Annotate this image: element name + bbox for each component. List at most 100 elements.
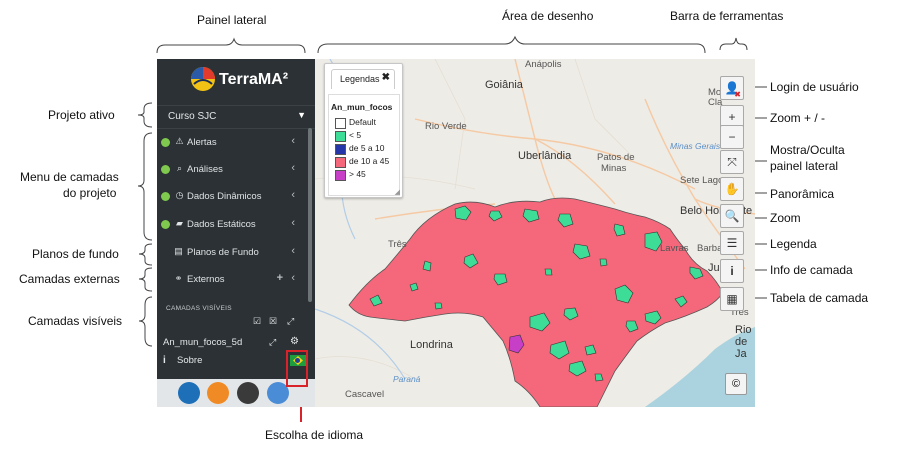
- annotation-painel-lateral: Painel lateral: [197, 13, 267, 27]
- hand-icon: ✋: [724, 182, 740, 196]
- city-label: Goiânia: [485, 79, 523, 91]
- annotation-area-desenho: Área de desenho: [502, 9, 594, 23]
- language-highlight: [286, 350, 308, 387]
- menu-item-analises[interactable]: ⌕ Análises ‹: [157, 158, 307, 182]
- legend-swatch: [335, 157, 346, 168]
- about-link[interactable]: Sobre: [177, 355, 202, 366]
- chevron-left-icon: ‹: [291, 272, 295, 284]
- layer-table-button[interactable]: ▦: [720, 287, 744, 311]
- state-label: Minas Gerais: [670, 141, 721, 151]
- zoom-out-button[interactable]: −: [720, 125, 744, 149]
- clock-icon: ◷: [175, 190, 184, 200]
- attribution-button[interactable]: ©: [725, 373, 747, 395]
- brand-header: TerraMA²: [157, 59, 315, 101]
- legend-label: > 45: [349, 169, 366, 179]
- state-label: Paraná: [393, 374, 421, 384]
- menu-label: Externos: [187, 274, 225, 285]
- project-selector[interactable]: Curso SJC ▼: [157, 105, 315, 129]
- annotation-zoom: Zoom: [770, 211, 801, 225]
- expand-icon: ⤧: [727, 155, 737, 169]
- city-label: Anápolis: [525, 59, 562, 70]
- annotation-camadas-visiveis: Camadas visíveis: [28, 314, 123, 328]
- minus-icon: −: [728, 130, 736, 144]
- status-dot[interactable]: [161, 138, 170, 147]
- legend-tab-title: Legendas: [340, 74, 380, 84]
- status-dot[interactable]: [161, 165, 170, 174]
- menu-item-dados-dinamicos[interactable]: ◷ Dados Dinâmicos ‹: [157, 185, 307, 209]
- city-label: Londrina: [410, 339, 453, 351]
- legend-label: Default: [349, 117, 376, 127]
- menu-label: Dados Estáticos: [187, 219, 256, 230]
- annotation-mostra-oculta-2: painel lateral: [770, 159, 839, 173]
- add-icon[interactable]: +: [277, 272, 283, 284]
- status-dot[interactable]: [161, 192, 170, 201]
- city-label: Minas: [601, 163, 627, 174]
- warning-icon: ⚠: [175, 136, 184, 146]
- menu-label: Dados Dinâmicos: [187, 191, 262, 202]
- brand-name: TerraMA²: [219, 71, 289, 88]
- zoom-box-button[interactable]: 🔍: [720, 204, 744, 228]
- list-icon: ☰: [726, 236, 738, 250]
- annotation-tabela-camada: Tabela de camada: [770, 291, 869, 305]
- layer-info-button[interactable]: i: [720, 259, 744, 283]
- city-label: Barba: [697, 243, 723, 254]
- legend-layer-name: An_mun_focos: [331, 102, 393, 112]
- chevron-left-icon: ‹: [291, 217, 295, 229]
- annotation-mostra-oculta-1: Mostra/Oculta: [770, 143, 845, 157]
- folder-icon: ▰: [176, 218, 183, 228]
- legend-swatch: [335, 170, 346, 181]
- menu-item-planos-fundo[interactable]: ▤ Planos de Fundo ‹: [157, 241, 307, 265]
- status-dot[interactable]: [161, 220, 170, 229]
- legend-swatch: [335, 131, 346, 142]
- plus-icon: +: [728, 110, 736, 124]
- crest-logo-icon: [237, 382, 259, 404]
- gear-icon[interactable]: ⚙: [290, 336, 299, 347]
- link-icon: ⚭: [174, 273, 183, 283]
- menu-label: Análises: [187, 164, 223, 175]
- annotation-menu-camadas-2: do projeto: [63, 186, 117, 200]
- menu-label: Alertas: [187, 137, 217, 148]
- menu-item-alertas[interactable]: ⚠ Alertas ‹: [157, 131, 307, 155]
- annotation-escolha-idioma: Escolha de idioma: [265, 428, 364, 442]
- menu-item-dados-estaticos[interactable]: ▰ Dados Estáticos ‹: [157, 213, 307, 237]
- uncheck-all-icon[interactable]: ☒: [269, 316, 277, 327]
- legend-panel: Legendas ✖ An_mun_focos Default < 5 de 5…: [324, 63, 403, 198]
- city-label: Rio Verde: [425, 121, 467, 132]
- sidebar-scrollbar[interactable]: [308, 128, 312, 302]
- user-login-button[interactable]: 👤 ✖: [720, 76, 744, 100]
- close-icon[interactable]: ✖: [382, 72, 390, 83]
- annotation-zoom-mais-menos: Zoom + / -: [770, 111, 826, 125]
- expand-icon[interactable]: ⤢: [269, 337, 276, 348]
- annotation-camadas-externas: Camadas externas: [19, 272, 120, 286]
- menu-item-externos[interactable]: ⚭ Externos + ‹: [157, 268, 307, 292]
- legend-tab[interactable]: Legendas ✖: [331, 69, 395, 89]
- legend-label: < 5: [349, 130, 362, 140]
- expand-icon[interactable]: ⤢: [287, 316, 294, 327]
- legend-button[interactable]: ☰: [720, 231, 744, 255]
- city-label: Rio de Ja: [735, 324, 752, 360]
- legend-swatch: [335, 118, 346, 129]
- table-icon: ▦: [726, 292, 738, 306]
- annotation-barra-ferramentas: Barra de ferramentas: [670, 9, 784, 23]
- annotation-projeto-ativo: Projeto ativo: [48, 108, 115, 122]
- annotation-legenda: Legenda: [770, 237, 817, 251]
- city-label: Uberlândia: [518, 150, 572, 162]
- legend-label: de 10 a 45: [349, 156, 390, 166]
- copyright-icon: ©: [731, 378, 741, 390]
- chevron-left-icon: ‹: [291, 189, 295, 201]
- menu-label: Planos de Fundo: [187, 247, 259, 258]
- zoom-icon: 🔍: [724, 209, 740, 223]
- annotation-menu-camadas-1: Menu de camadas: [20, 170, 119, 184]
- city-label: Três: [388, 239, 407, 250]
- map-area[interactable]: Anápolis Goiânia Rio Verde Uberlândia Pa…: [315, 59, 755, 407]
- caret-down-icon: ▼: [297, 110, 306, 120]
- toggle-sidebar-button[interactable]: ⤧: [720, 150, 744, 174]
- visible-layer-name[interactable]: An_mun_focos_5d: [163, 337, 242, 348]
- resize-handle-icon[interactable]: ◢: [395, 188, 400, 196]
- legend-swatch: [335, 144, 346, 155]
- annotation-panoramica: Panorâmica: [770, 187, 835, 201]
- city-label: Lavras: [660, 243, 689, 254]
- visible-layers-header: CAMADAS VISÍVEIS: [166, 305, 232, 312]
- check-all-icon[interactable]: ☑: [253, 316, 261, 327]
- pan-button[interactable]: ✋: [720, 177, 744, 201]
